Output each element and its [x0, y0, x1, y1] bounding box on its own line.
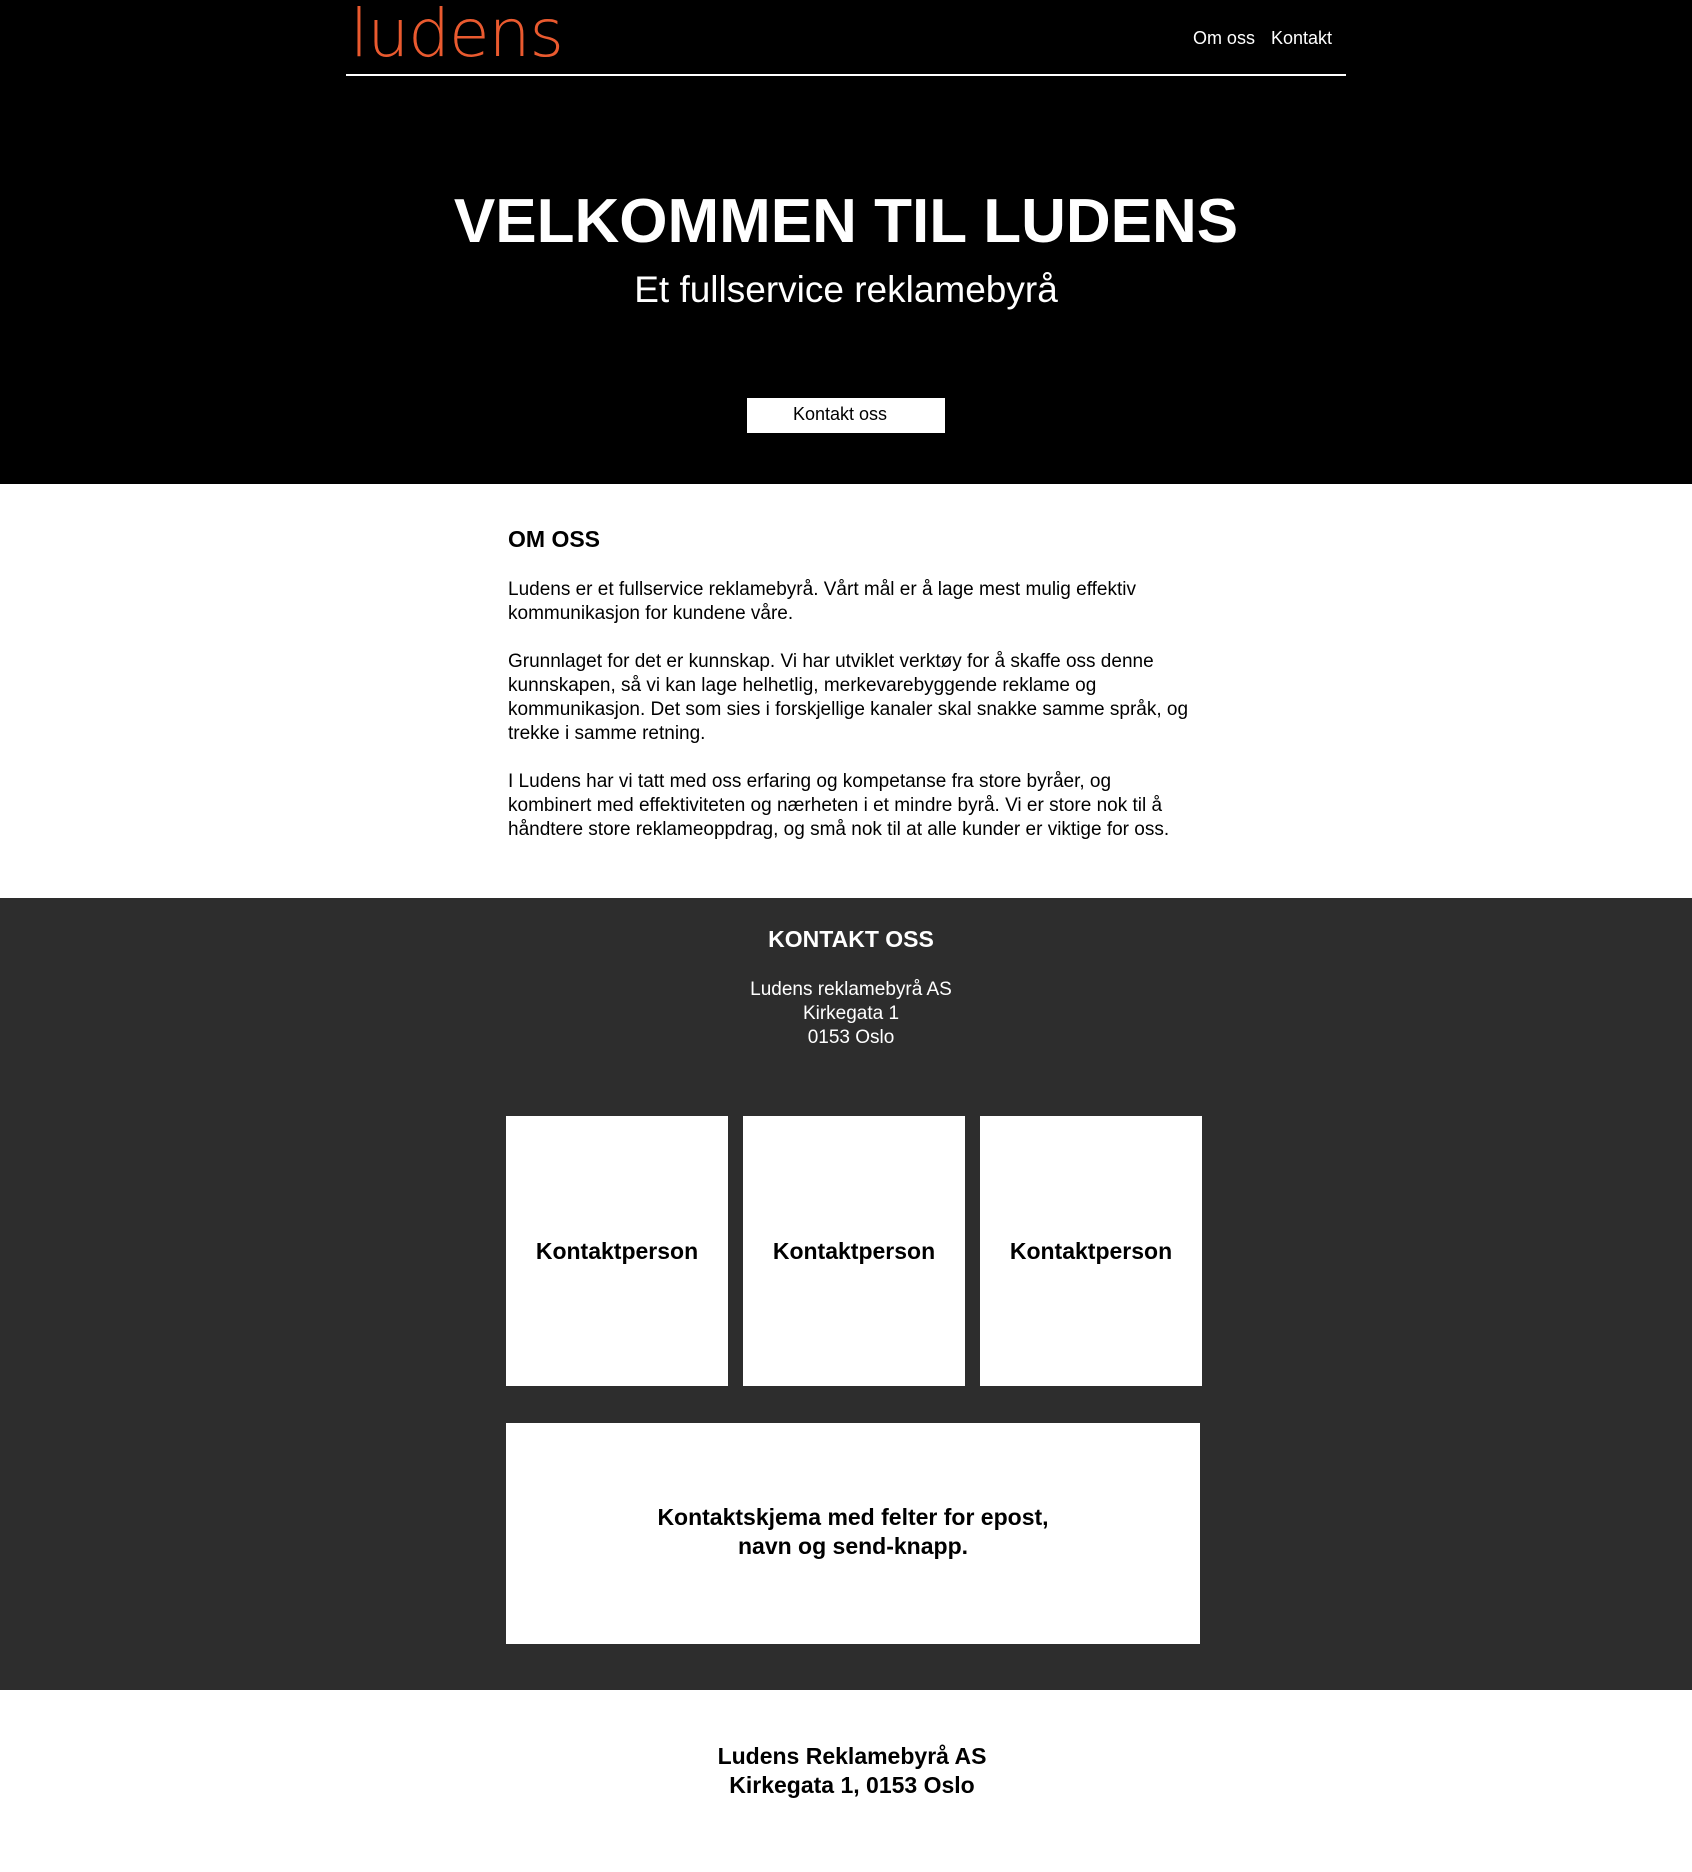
- contact-heading: KONTAKT OSS: [768, 926, 934, 952]
- contact-address: Ludens reklamebyrå AS Kirkegata 1 0153 O…: [0, 978, 1692, 1050]
- address-line: 0153 Oslo: [807, 1027, 895, 1048]
- nav-item-om-oss[interactable]: Om oss: [1193, 26, 1255, 50]
- address-line: Kirkegata 1: [802, 1003, 900, 1024]
- hero-section: ludens Om oss Kontakt VELKOMMEN TIL LUDE…: [0, 0, 1692, 484]
- address-line: Ludens reklamebyrå AS: [750, 979, 952, 1000]
- about-paragraph: Ludens er et fullservice reklamebyrå. Vå…: [508, 579, 1136, 624]
- contact-form-placeholder-text: Kontaktskjema med felter for epost, navn…: [657, 1503, 1049, 1559]
- footer-address: Kirkegata 1, 0153 Oslo: [729, 1772, 975, 1798]
- contact-person-card[interactable]: Kontaktperson: [506, 1116, 728, 1386]
- main-nav: Om oss Kontakt: [1193, 26, 1332, 50]
- contact-person-card[interactable]: Kontaktperson: [743, 1116, 965, 1386]
- nav-item-kontakt[interactable]: Kontakt: [1271, 26, 1332, 50]
- contact-form-placeholder[interactable]: Kontaktskjema med felter for epost, navn…: [506, 1423, 1200, 1644]
- about-section: OM OSS Ludens er et fullservice reklameb…: [508, 524, 1198, 866]
- about-paragraph: Grunnlaget for det er kunnskap. Vi har u…: [508, 651, 1189, 744]
- contact-us-button[interactable]: Kontakt oss: [747, 398, 945, 433]
- ludens-logo[interactable]: ludens: [350, 0, 564, 74]
- contact-us-button-label: Kontakt oss: [792, 403, 888, 424]
- about-paragraph: I Ludens har vi tatt med oss erfaring og…: [508, 771, 1170, 840]
- contact-person-card[interactable]: Kontaktperson: [980, 1116, 1202, 1386]
- contact-person-cards: Kontaktperson Kontaktperson Kontaktperso…: [506, 1116, 1202, 1386]
- hero-subtitle: Et fullservice reklamebyrå: [634, 269, 1058, 310]
- header-divider: [346, 74, 1346, 76]
- contact-section: KONTAKT OSS Ludens reklamebyrå AS Kirkeg…: [0, 898, 1692, 1690]
- hero-title: VELKOMMEN TIL LUDENS: [453, 187, 1239, 256]
- footer-company-name: Ludens Reklamebyrå AS: [717, 1743, 987, 1769]
- about-heading: OM OSS: [508, 526, 601, 552]
- footer: Ludens Reklamebyrå AS Kirkegata 1, 0153 …: [0, 1742, 1692, 1800]
